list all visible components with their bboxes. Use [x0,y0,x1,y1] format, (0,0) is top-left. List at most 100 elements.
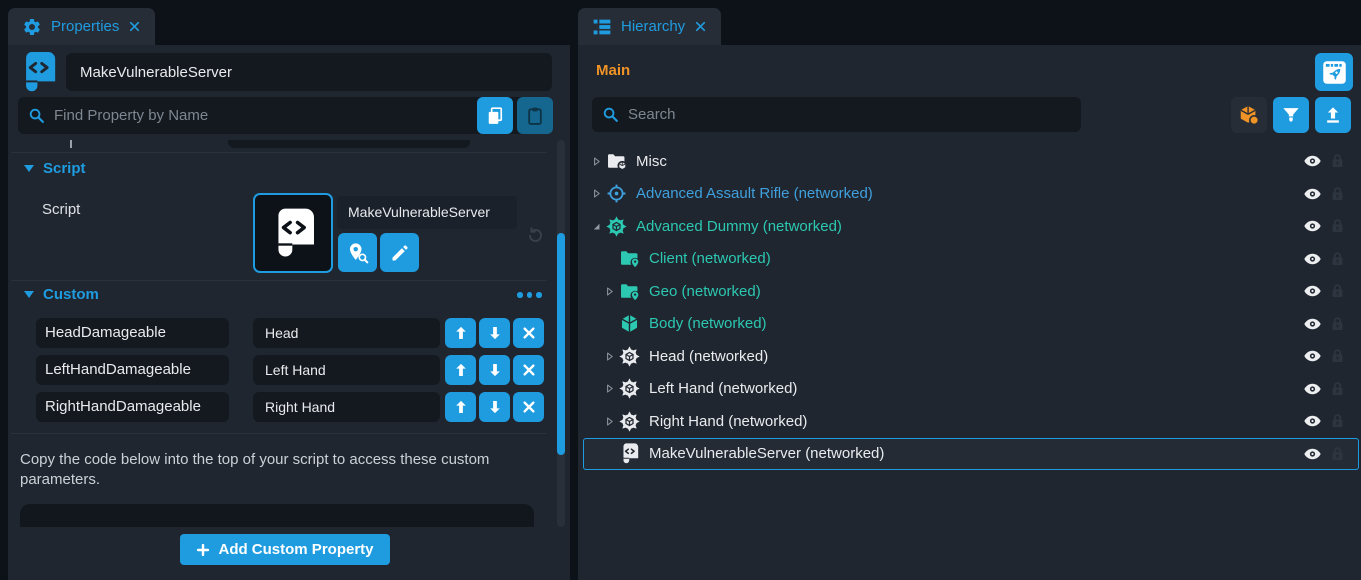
custom-property-value[interactable]: Left Hand [253,355,440,385]
move-down-button[interactable] [479,355,510,385]
visibility-eye-icon[interactable] [1303,249,1322,268]
arrow-up-icon [453,362,469,378]
custom-property-name[interactable]: RightHandDamageable [36,392,229,422]
paste-properties-button[interactable] [517,97,553,134]
tree-item-label: Misc [636,153,667,170]
lock-icon[interactable] [1329,445,1346,462]
custom-property-row: RightHandDamageable Right Hand [36,392,551,422]
networked-objects-button[interactable] [1231,97,1267,133]
tree-row-misc[interactable]: Misc [583,145,1359,178]
lock-icon[interactable] [1329,283,1346,300]
plus-icon [196,543,210,557]
properties-scrollbar[interactable] [557,140,565,527]
arrow-down-icon [487,325,503,341]
custom-property-name[interactable]: LeftHandDamageable [36,355,229,385]
lock-icon[interactable] [1329,250,1346,267]
custom-properties-list: HeadDamageable Head LeftHandDamageable Left… [36,318,551,429]
scrollbar-thumb[interactable] [557,233,565,455]
delete-property-button[interactable] [513,355,544,385]
edit-script-button[interactable] [380,233,419,272]
expand-triangle-icon[interactable] [603,382,616,395]
script-scroll-icon [619,443,640,464]
lock-icon[interactable] [1329,413,1346,430]
expand-triangle-icon[interactable] [590,155,603,168]
hierarchy-search-input[interactable] [628,106,1071,123]
property-search[interactable] [18,97,552,134]
reset-icon[interactable] [526,226,545,245]
visibility-eye-icon[interactable] [1303,217,1322,236]
tab-properties[interactable]: Properties [8,8,155,45]
lock-icon[interactable] [1329,348,1346,365]
lock-icon[interactable] [1329,153,1346,170]
folder-pin-icon [619,248,640,269]
visibility-eye-icon[interactable] [1303,184,1322,203]
delete-property-button[interactable] [513,392,544,422]
upload-button[interactable] [1315,97,1351,133]
close-icon[interactable] [694,20,707,33]
clipped-property-field [228,140,470,148]
close-icon[interactable] [128,20,141,33]
properties-footer: Add Custom Property [8,527,570,580]
object-name-input[interactable] [66,53,552,91]
visibility-eye-icon[interactable] [1303,152,1322,171]
filter-funnel-icon [1281,105,1301,125]
move-up-button[interactable] [445,355,476,385]
delete-property-button[interactable] [513,318,544,348]
tree-row-makevulnerableserver-networked[interactable]: MakeVulnerableServer (networked) [583,438,1359,471]
move-down-button[interactable] [479,392,510,422]
tree-item-label: Left Hand (networked) [649,380,797,397]
visibility-eye-icon[interactable] [1303,379,1322,398]
expand-triangle-icon[interactable] [603,285,616,298]
visibility-eye-icon[interactable] [1303,314,1322,333]
lock-icon[interactable] [1329,315,1346,332]
visibility-eye-icon[interactable] [1303,347,1322,366]
custom-property-value[interactable]: Right Hand [253,392,440,422]
copy-properties-button[interactable] [477,97,513,134]
filter-button[interactable] [1273,97,1309,133]
tab-hierarchy[interactable]: Hierarchy [578,8,721,45]
expand-triangle-icon[interactable] [603,350,616,363]
lock-icon[interactable] [1329,218,1346,235]
tree-row-advanced-assault-rifle-networked[interactable]: Advanced Assault Rifle (networked) [583,178,1359,211]
find-script-button[interactable] [338,233,377,272]
expand-open-triangle-icon[interactable] [590,220,603,233]
move-down-button[interactable] [479,318,510,348]
visibility-eye-icon[interactable] [1303,412,1322,431]
visibility-eye-icon[interactable] [1303,282,1322,301]
folder-cube-icon [606,151,627,172]
visibility-eye-icon[interactable] [1303,444,1322,463]
divider [11,152,547,153]
move-up-button[interactable] [445,392,476,422]
collapse-triangle-icon [24,291,34,298]
add-custom-property-button[interactable]: Add Custom Property [180,534,390,565]
tree-row-left-hand-networked[interactable]: Left Hand (networked) [583,373,1359,406]
publish-button[interactable] [1315,53,1353,91]
code-snippet-box[interactable] [20,504,534,527]
move-up-button[interactable] [445,318,476,348]
tree-row-client-networked[interactable]: Client (networked) [583,243,1359,276]
custom-section-menu-button[interactable] [517,292,542,298]
script-asset-thumbnail[interactable] [253,193,333,273]
lock-icon[interactable] [1329,380,1346,397]
custom-property-name[interactable]: HeadDamageable [36,318,229,348]
x-icon [522,326,536,340]
tree-row-geo-networked[interactable]: Geo (networked) [583,275,1359,308]
custom-property-value[interactable]: Head [253,318,440,348]
property-search-input[interactable] [54,107,542,124]
section-custom-header[interactable]: Custom [24,286,99,303]
lock-icon[interactable] [1329,185,1346,202]
tree-row-body-networked[interactable]: Body (networked) [583,308,1359,341]
expand-triangle-icon[interactable] [603,415,616,428]
tree-row-head-networked[interactable]: Head (networked) [583,340,1359,373]
tree-row-right-hand-networked[interactable]: Right Hand (networked) [583,405,1359,438]
expand-triangle-icon[interactable] [590,187,603,200]
tree-row-advanced-dummy-networked[interactable]: Advanced Dummy (networked) [583,210,1359,243]
section-script-header[interactable]: Script [24,160,86,177]
copy-icon [485,106,505,126]
tree-item-label: Body (networked) [649,315,767,332]
hierarchy-search[interactable] [592,97,1081,132]
dummy-bug-icon [619,411,640,432]
arrow-down-icon [487,399,503,415]
text-cursor [70,140,72,148]
scene-name: Main [596,62,630,79]
